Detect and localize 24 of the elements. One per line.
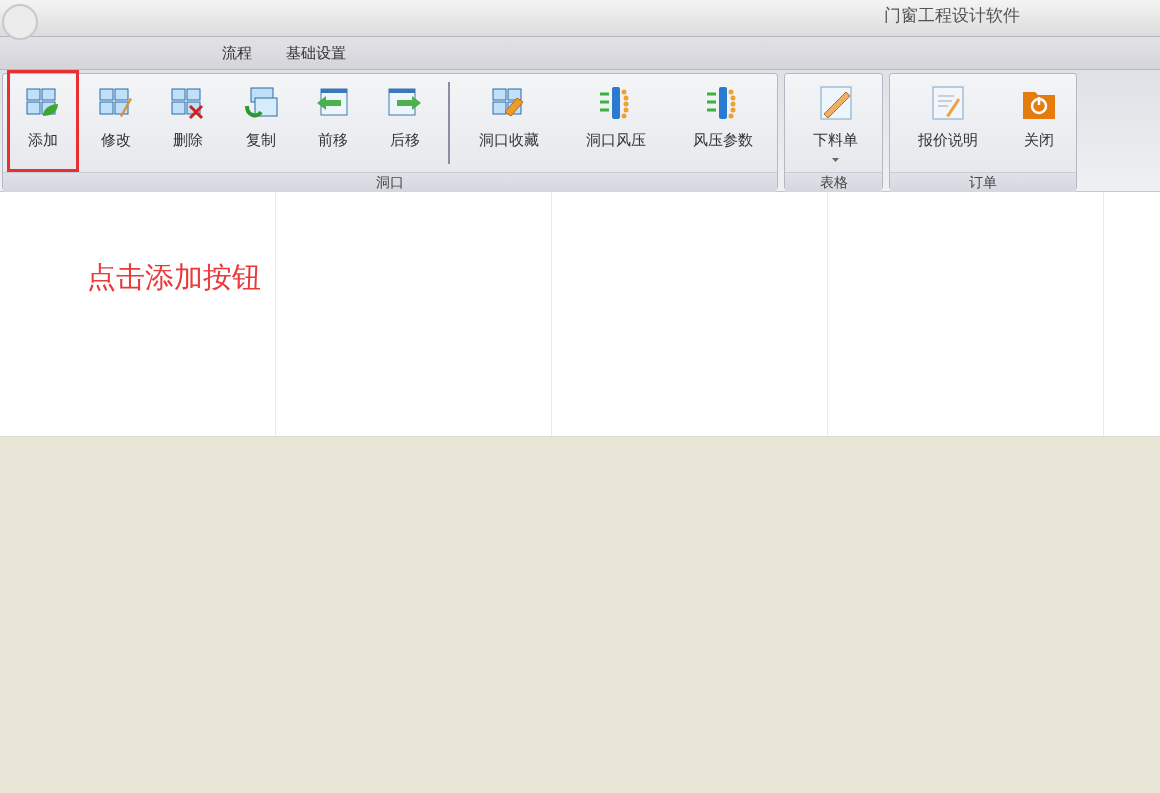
ribbon-button[interactable]: 报价说明 [894, 80, 1002, 172]
group-label: 洞口 [376, 173, 404, 192]
ribbon-button[interactable]: 删除 [151, 80, 225, 172]
window-title: 门窗工程设计软件 [884, 5, 1020, 28]
menu-tab[interactable]: 基础设置 [286, 41, 346, 65]
ribbon-button[interactable]: 洞口风压 [562, 80, 670, 172]
ribbon-button[interactable]: 添加 [7, 70, 80, 172]
document-pen-icon [930, 86, 966, 120]
ribbon-button[interactable]: 下料单 [789, 80, 882, 172]
ribbon-button[interactable]: 复制 [224, 80, 297, 172]
ribbon-button[interactable]: 风压参数 [669, 80, 777, 172]
ribbon-button[interactable]: 前移 [296, 80, 370, 172]
ribbon-button[interactable]: 洞口收藏 [455, 80, 563, 172]
ribbon-button[interactable]: 后移 [369, 80, 442, 172]
menu-tab[interactable]: 流程 [222, 41, 252, 65]
ribbon-button[interactable]: 关闭 [1002, 80, 1075, 172]
ribbon-button[interactable]: 修改 [79, 80, 152, 172]
group-label: 订单 [969, 173, 997, 192]
ruler-icon [817, 86, 854, 120]
app-orb-icon[interactable] [2, 4, 38, 40]
group-label: 表格 [819, 173, 848, 192]
window-pencil-icon [97, 86, 134, 120]
windows-arrow-icon [242, 86, 279, 120]
annotation-text: 点击添加按钮 [87, 260, 261, 295]
